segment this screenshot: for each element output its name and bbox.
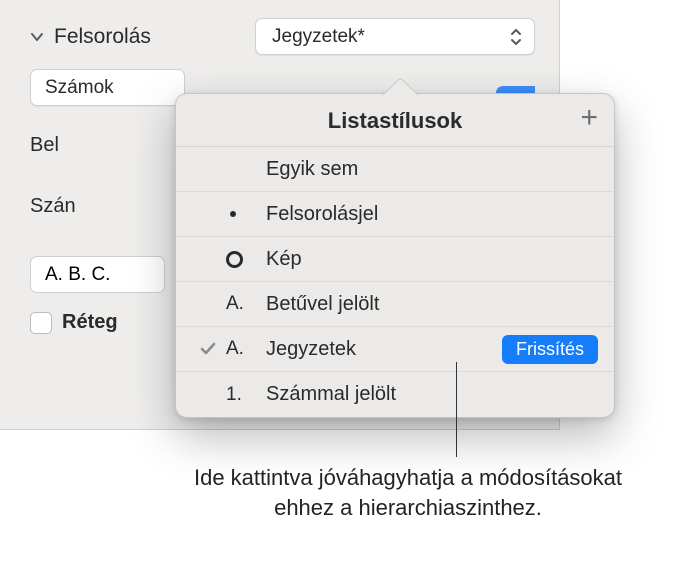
checkmark-icon [190,340,226,358]
style-list: Egyik sem Felsorolásjel Kép A. Betűvel j… [176,147,614,417]
chevron-down-icon [30,30,44,44]
popover-title: Listastílusok [328,108,462,133]
popover-header: Listastílusok + [176,94,614,147]
style-label: Betűvel jelölt [266,293,598,316]
callout-text: Ide kattintva jóváhagyhatja a módosításo… [178,463,638,522]
image-bullet-icon [226,251,266,268]
updown-icon [510,28,522,46]
disclosure-toggle[interactable] [30,30,54,44]
section-label: Felsorolás [54,25,151,49]
style-item-lettered[interactable]: A. Betűvel jelölt [176,282,614,327]
style-item-image[interactable]: Kép [176,237,614,282]
style-item-numbered[interactable]: 1. Számmal jelölt [176,372,614,417]
list-section-row: Felsorolás Jegyzetek* [30,18,535,55]
numbers-label: Számok [45,77,114,99]
letters-value: A. B. C. [45,264,110,286]
layer-label: Réteg [62,311,118,334]
list-styles-popover: Listastílusok + Egyik sem Felsorolásjel … [175,93,615,418]
style-label: Számmal jelölt [266,383,598,406]
style-item-notes[interactable]: A. Jegyzetek Frissítés [176,327,614,372]
style-label: Kép [266,248,598,271]
style-item-bullet[interactable]: Felsorolásjel [176,192,614,237]
bullet-icon [226,211,266,217]
layer-checkbox[interactable] [30,312,52,334]
style-label: Egyik sem [266,158,598,181]
letters-dropdown[interactable]: A. B. C. [30,256,165,293]
add-style-button[interactable]: + [580,106,598,130]
letter-icon: A. [226,338,266,360]
list-style-dropdown[interactable]: Jegyzetek* [255,18,535,55]
style-label: Jegyzetek [266,338,502,361]
number-icon: 1. [226,384,266,406]
callout-leader-line [456,362,457,457]
style-label: Felsorolásjel [266,203,598,226]
letter-icon: A. [226,293,266,315]
numbers-dropdown[interactable]: Számok [30,69,185,106]
style-item-none[interactable]: Egyik sem [176,147,614,192]
update-style-button[interactable]: Frissítés [502,335,598,364]
dropdown-value: Jegyzetek* [272,26,365,48]
